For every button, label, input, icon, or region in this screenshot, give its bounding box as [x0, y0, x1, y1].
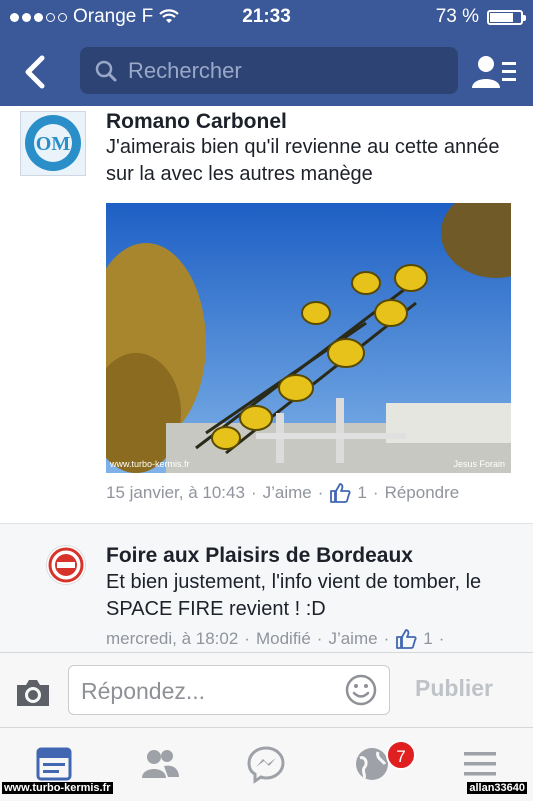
- friend-requests-icon[interactable]: [470, 52, 520, 92]
- thumbs-up-icon: [396, 629, 417, 649]
- separator-dot: ·: [317, 483, 324, 502]
- menu-icon[interactable]: [460, 744, 500, 784]
- comment-author[interactable]: Romano Carbonel: [106, 110, 287, 134]
- comment-text: J'aimerais bien qu'il revienne au cette …: [106, 136, 500, 185]
- comment-text: Et bien justement, l'info vient de tombe…: [106, 571, 482, 620]
- like-count[interactable]: 1: [423, 629, 432, 649]
- publish-button[interactable]: Publier: [415, 675, 493, 702]
- watermark: allan33640: [467, 782, 527, 794]
- separator-dot: ·: [438, 629, 445, 648]
- separator-dot: ·: [383, 629, 390, 648]
- notifications-badge: 7: [386, 740, 416, 770]
- foire-logo-icon: [48, 547, 84, 583]
- reply-placeholder: Répondez...: [81, 678, 206, 704]
- comment-time[interactable]: mercredi, à 18:02: [106, 629, 238, 649]
- like-count[interactable]: 1: [357, 483, 366, 503]
- comment-time[interactable]: 15 janvier, à 10:43: [106, 483, 245, 503]
- comment-author[interactable]: Foire aux Plaisirs de Bordeaux: [106, 544, 413, 568]
- search-icon: [95, 60, 117, 81]
- avatar[interactable]: [46, 545, 86, 585]
- reply-composer: Répondez... Publier: [0, 652, 533, 728]
- search-placeholder: Rechercher: [128, 57, 242, 83]
- separator-dot: ·: [372, 483, 379, 502]
- status-bar: Orange F 21:33 73 %: [0, 0, 533, 36]
- separator-dot: ·: [316, 629, 323, 648]
- photo-credit: Jesus Forain: [453, 459, 505, 469]
- reply-link[interactable]: Répondre: [385, 483, 460, 503]
- nav-row: Rechercher: [0, 44, 533, 98]
- edited-label[interactable]: Modifié: [256, 629, 311, 649]
- friends-icon[interactable]: [140, 744, 180, 784]
- messenger-icon[interactable]: [246, 744, 286, 784]
- battery-icon: [487, 9, 526, 25]
- battery-percent: 73 %: [435, 6, 479, 27]
- reply-input[interactable]: Répondez...: [68, 665, 390, 715]
- om-logo-icon: OM: [25, 115, 81, 171]
- watermark: www.turbo-kermis.fr: [2, 782, 113, 794]
- emoji-icon[interactable]: [345, 674, 377, 706]
- news-feed-icon[interactable]: [34, 744, 74, 784]
- avatar[interactable]: OM: [20, 111, 86, 176]
- like-link[interactable]: J’aime: [328, 629, 377, 649]
- like-link[interactable]: J’aime: [263, 483, 312, 503]
- svg-text:OM: OM: [36, 133, 71, 155]
- comment-photo[interactable]: www.turbo-kermis.fr Jesus Forain: [106, 203, 511, 473]
- separator-dot: ·: [244, 629, 250, 648]
- back-arrow-icon[interactable]: [18, 50, 58, 94]
- thumbs-up-icon: [330, 483, 351, 503]
- top-bar: Orange F 21:33 73 % Rechercher: [0, 0, 533, 106]
- camera-icon[interactable]: [14, 677, 52, 709]
- comment-meta: mercredi, à 18:02 · Modifié · J’aime · 1…: [106, 629, 444, 649]
- search-bar[interactable]: Rechercher: [80, 47, 458, 94]
- photo-watermark: www.turbo-kermis.fr: [110, 459, 190, 469]
- comment-meta: 15 janvier, à 10:43 · J’aime · 1 · Répon…: [106, 483, 459, 503]
- separator-dot: ·: [250, 483, 257, 502]
